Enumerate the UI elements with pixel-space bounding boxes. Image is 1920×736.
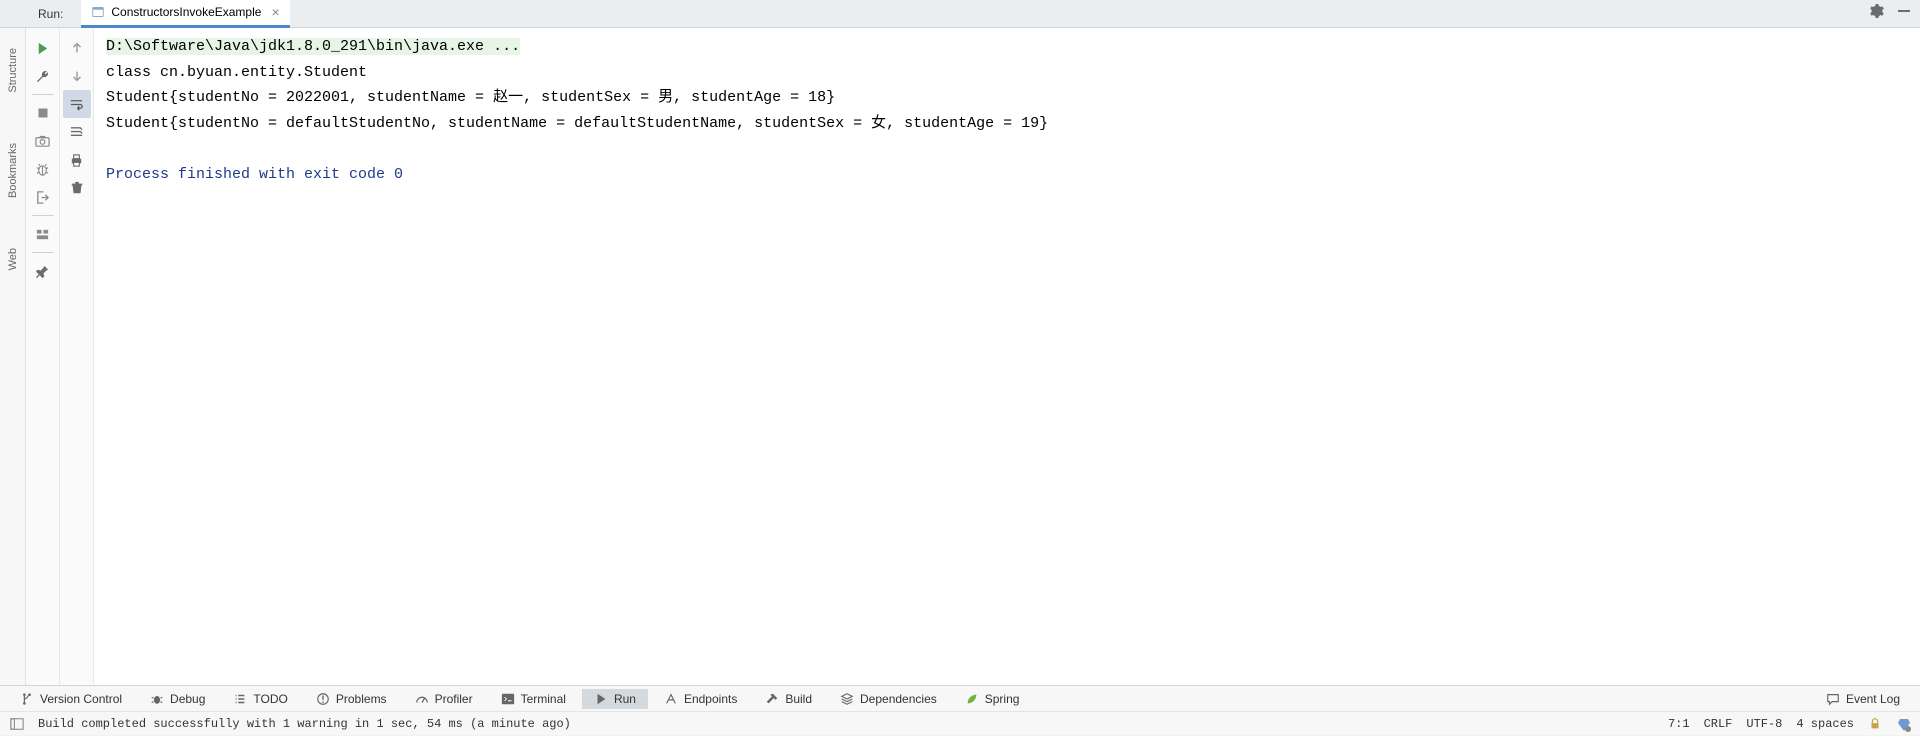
version-control-label: Version Control xyxy=(40,692,122,706)
structure-label: Structure xyxy=(7,48,19,93)
problems-label: Problems xyxy=(336,692,387,706)
bookmarks-label: Bookmarks xyxy=(7,143,19,198)
debug-bug-icon xyxy=(150,692,164,706)
branch-icon xyxy=(20,692,34,706)
console-line: Student{studentNo = 2022001, studentName… xyxy=(106,85,1908,111)
exit-icon[interactable] xyxy=(29,183,57,211)
terminal-icon xyxy=(501,692,515,706)
console-line: class cn.byuan.entity.Student xyxy=(106,60,1908,86)
run-label: Run xyxy=(614,692,636,706)
tool-windows-icon[interactable] xyxy=(10,717,24,731)
exit-code-line: Process finished with exit code 0 xyxy=(106,162,1908,188)
build-status-message: Build completed successfully with 1 warn… xyxy=(38,717,571,731)
up-arrow-icon[interactable] xyxy=(63,34,91,62)
list-icon xyxy=(233,692,247,706)
layers-icon xyxy=(840,692,854,706)
application-icon xyxy=(91,6,105,18)
terminal-tool[interactable]: Terminal xyxy=(489,689,578,709)
left-tool-stripe: Structure Bookmarks Web xyxy=(0,28,26,685)
bubble-icon xyxy=(1826,692,1840,706)
endpoints-tool[interactable]: Endpoints xyxy=(652,689,749,709)
run-label: Run: xyxy=(38,7,63,21)
wrench-icon[interactable] xyxy=(29,62,57,90)
ide-status-icon[interactable] xyxy=(1896,717,1910,731)
leaf-icon xyxy=(965,692,979,706)
terminal-label: Terminal xyxy=(521,692,566,706)
tab-label: ConstructorsInvokeExample xyxy=(111,5,261,19)
debug-label: Debug xyxy=(170,692,205,706)
debug-tool[interactable]: Debug xyxy=(138,689,217,709)
close-tab-icon[interactable]: × xyxy=(271,4,279,20)
pin-icon[interactable] xyxy=(29,257,57,285)
rerun-button[interactable] xyxy=(29,34,57,62)
lock-icon[interactable] xyxy=(1868,717,1882,731)
hammer-icon xyxy=(765,692,779,706)
camera-icon[interactable] xyxy=(29,127,57,155)
gauge-icon xyxy=(415,692,429,706)
dependencies-label: Dependencies xyxy=(860,692,937,706)
spring-tool[interactable]: Spring xyxy=(953,689,1032,709)
event-log-tool[interactable]: Event Log xyxy=(1814,689,1912,709)
run-toolbar-right xyxy=(60,28,94,685)
indent-info[interactable]: 4 spaces xyxy=(1796,717,1854,731)
main-area: Structure Bookmarks Web xyxy=(0,28,1920,685)
spring-label: Spring xyxy=(985,692,1020,706)
profiler-label: Profiler xyxy=(435,692,473,706)
endpoints-label: Endpoints xyxy=(684,692,737,706)
problems-tool[interactable]: Problems xyxy=(304,689,399,709)
play-icon xyxy=(594,692,608,706)
cursor-position[interactable]: 7:1 xyxy=(1668,717,1690,731)
todo-label: TODO xyxy=(253,692,287,706)
bug-icon[interactable] xyxy=(29,155,57,183)
build-tool[interactable]: Build xyxy=(753,689,824,709)
layout-icon[interactable] xyxy=(29,220,57,248)
todo-tool[interactable]: TODO xyxy=(221,689,299,709)
trash-icon[interactable] xyxy=(63,174,91,202)
command-line: D:\Software\Java\jdk1.8.0_291\bin\java.e… xyxy=(106,38,520,55)
web-tool-button[interactable]: Web xyxy=(7,248,19,270)
run-toolbar-left xyxy=(26,28,60,685)
profiler-tool[interactable]: Profiler xyxy=(403,689,485,709)
gear-icon[interactable] xyxy=(1868,3,1884,24)
bookmarks-tool-button[interactable]: Bookmarks xyxy=(7,143,19,198)
console-line: Student{studentNo = defaultStudentNo, st… xyxy=(106,111,1908,137)
event-log-label: Event Log xyxy=(1846,692,1900,706)
run-panel-header: Run: ConstructorsInvokeExample × xyxy=(0,0,1920,28)
line-separator[interactable]: CRLF xyxy=(1704,717,1733,731)
bottom-tool-bar: Version Control Debug TODO Problems Prof… xyxy=(0,685,1920,711)
build-label: Build xyxy=(785,692,812,706)
run-tool[interactable]: Run xyxy=(582,689,648,709)
soft-wrap-icon[interactable] xyxy=(63,90,91,118)
web-label: Web xyxy=(7,248,19,270)
structure-tool-button[interactable]: Structure xyxy=(7,48,19,93)
scroll-to-end-icon[interactable] xyxy=(63,118,91,146)
console-output[interactable]: D:\Software\Java\jdk1.8.0_291\bin\java.e… xyxy=(94,28,1920,685)
minimize-panel-icon[interactable] xyxy=(1896,3,1912,24)
stop-button[interactable] xyxy=(29,99,57,127)
down-arrow-icon[interactable] xyxy=(63,62,91,90)
status-bar: Build completed successfully with 1 warn… xyxy=(0,711,1920,735)
run-config-tab[interactable]: ConstructorsInvokeExample × xyxy=(81,0,289,28)
file-encoding[interactable]: UTF-8 xyxy=(1746,717,1782,731)
endpoints-icon xyxy=(664,692,678,706)
dependencies-tool[interactable]: Dependencies xyxy=(828,689,949,709)
version-control-tool[interactable]: Version Control xyxy=(8,689,134,709)
warning-circle-icon xyxy=(316,692,330,706)
print-icon[interactable] xyxy=(63,146,91,174)
